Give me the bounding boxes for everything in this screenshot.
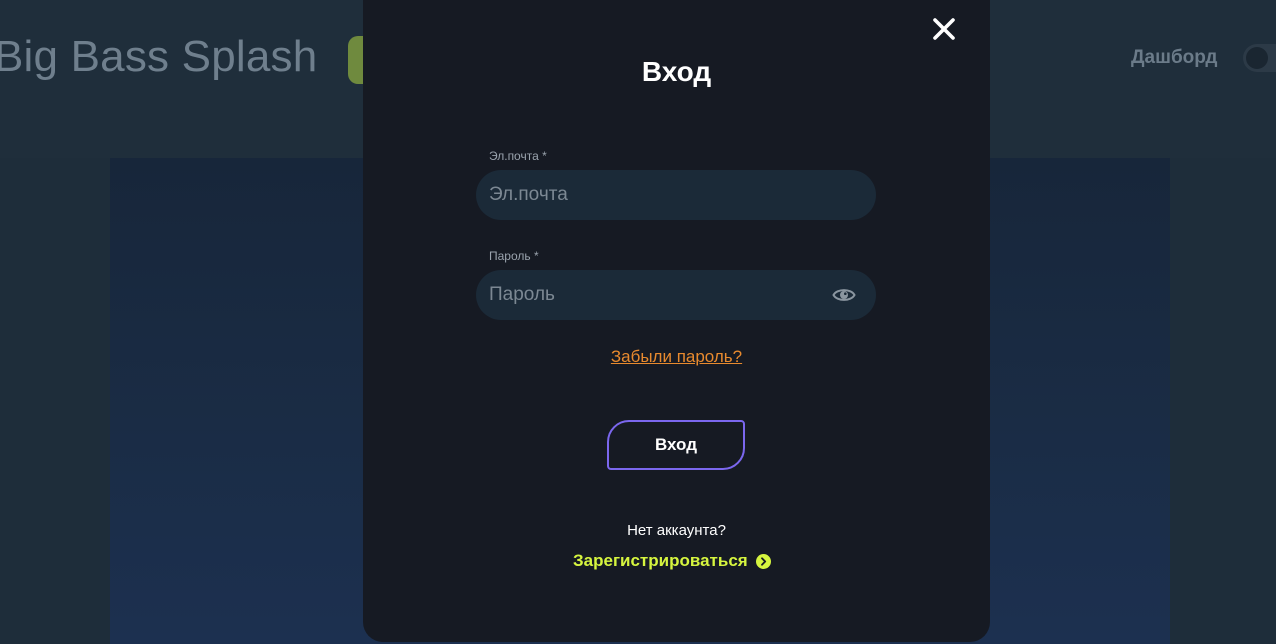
email-field[interactable] <box>476 170 829 220</box>
no-account-text: Нет аккаунта? <box>627 522 726 539</box>
register-label: Зарегистрироваться <box>573 551 748 570</box>
close-icon <box>933 18 955 40</box>
login-button[interactable]: Вход <box>607 420 745 470</box>
game-title: Big Bass Splash <box>0 32 318 81</box>
email-label: Эл.почта * <box>489 149 547 163</box>
background-side-right <box>1170 158 1276 644</box>
page: Big Bass Splash Дашборд Вход Эл.почта * … <box>0 0 1276 644</box>
close-button[interactable] <box>931 16 957 42</box>
password-field[interactable] <box>476 270 829 320</box>
password-label: Пароль * <box>489 249 539 263</box>
login-modal: Вход Эл.почта * Пароль * Забыли пароль? … <box>363 0 990 642</box>
dashboard-label: Дашборд <box>1131 47 1218 68</box>
modal-title: Вход <box>641 56 712 87</box>
dashboard-toggle <box>1243 44 1276 72</box>
eye-icon <box>832 289 856 301</box>
password-field-wrapper <box>476 270 876 320</box>
show-password-button[interactable] <box>832 285 856 305</box>
background-side-left <box>0 158 110 644</box>
register-link[interactable]: Зарегистрироваться <box>573 550 783 572</box>
chevron-right-circle-icon <box>755 553 771 569</box>
forgot-password-link[interactable]: Забыли пароль? <box>363 347 990 367</box>
email-field-wrapper <box>476 170 876 220</box>
